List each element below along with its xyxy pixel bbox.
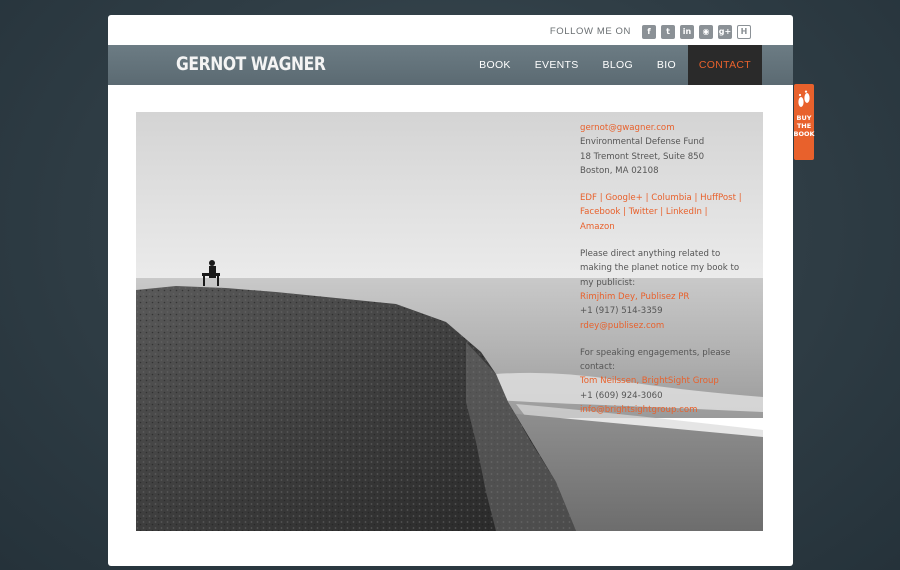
buy-tab-line2: THE [796,122,812,130]
page-container: FOLLOW ME ON f t in ◉ g+ H GERNOT WAGNER… [108,15,793,566]
organization: Environmental Defense Fund [580,137,705,148]
huffpost-icon[interactable]: H [737,24,751,39]
nav-item-book[interactable]: BOOK [467,45,523,85]
street-address: 18 Tremont Street, Suite 850 [580,151,705,162]
hero-photo: gernot@gwagner.com Environmental Defense… [136,112,763,531]
separator: | [701,207,708,218]
speaking-note: For speaking engagements, please contact… [580,347,731,373]
speaking-email-link[interactable]: info@brightsightgroup.com [580,405,698,415]
columbia-link[interactable]: Columbia [651,193,692,203]
publicist-note: Please direct anything related to making… [580,249,740,288]
email-link[interactable]: gernot@gwagner.com [580,123,675,133]
site-logo[interactable]: GERNOT WAGNER [176,53,326,75]
speaking-name-link[interactable]: Tom Neilssen, BrightSight Group [580,376,719,386]
nav-item-blog[interactable]: BLOG [591,45,645,85]
twitter-icon[interactable]: t [661,24,675,39]
google-plus-link[interactable]: Google+ [605,193,643,203]
buy-tab-line3: BOOK [793,130,815,138]
edf-link[interactable]: EDF [580,193,597,203]
rss-icon[interactable]: ◉ [699,24,713,39]
main-nav: BOOK EVENTS BLOG BIO CONTACT [467,45,762,85]
follow-label: FOLLOW ME ON [549,26,631,37]
contact-details: gernot@gwagner.com Environmental Defense… [580,121,752,430]
follow-bar: FOLLOW ME ON f t in ◉ g+ H [550,24,751,39]
nav-item-bio[interactable]: BIO [645,45,688,85]
nav-item-events[interactable]: EVENTS [523,45,591,85]
site-header: GERNOT WAGNER BOOK EVENTS BLOG BIO CONTA… [108,45,793,85]
separator: | [735,193,742,204]
separator: | [691,193,701,204]
speaking-phone: +1 (609) 924-3060 [580,390,663,401]
linkedin-icon[interactable]: in [680,24,694,39]
publicist-name-link[interactable]: Rimjhim Dey, Publisez PR [580,292,689,302]
google-plus-icon[interactable]: g+ [718,24,732,39]
buy-tab-line1: BUY [796,114,812,122]
twitter-link[interactable]: Twitter [629,207,658,217]
separator: | [620,207,629,218]
nav-item-contact[interactable]: CONTACT [687,45,762,85]
footprint-icon [798,90,810,107]
linkedin-link[interactable]: LinkedIn [666,207,702,217]
separator: | [657,207,666,218]
facebook-icon[interactable]: f [642,24,656,39]
facebook-link[interactable]: Facebook [580,207,620,217]
separator: | [642,193,652,204]
city-address: Boston, MA 02108 [580,165,659,176]
huffpost-link[interactable]: HuffPost [700,193,736,203]
amazon-link[interactable]: Amazon [580,222,615,232]
buy-tab-text: BUY THE BOOK [793,114,814,138]
publicist-email-link[interactable]: rdey@publisez.com [580,321,664,331]
buy-the-book-tab[interactable]: BUY THE BOOK [793,84,815,160]
publicist-phone: +1 (917) 514-3359 [580,306,663,317]
